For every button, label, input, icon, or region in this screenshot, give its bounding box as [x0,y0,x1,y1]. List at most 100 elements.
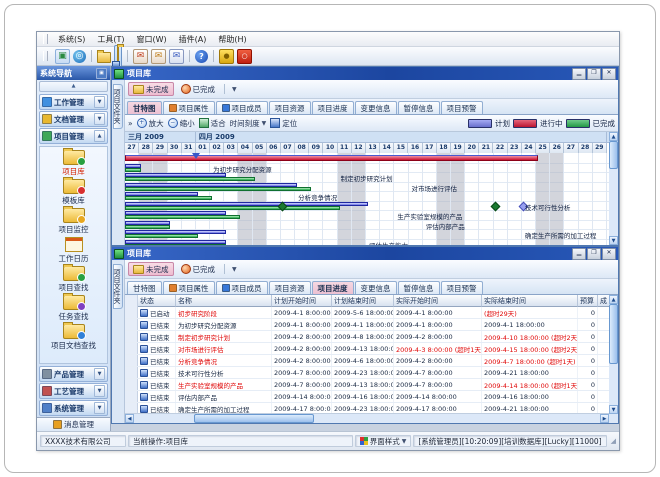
filter-已完成[interactable]: 已完成 [176,82,221,96]
tab-甘特图[interactable]: 甘特图 [127,281,162,294]
tab-项目属性[interactable]: 项目属性 [163,281,215,294]
fit-button[interactable]: 适合 [199,118,226,129]
table-row[interactable]: 已结束制定初步研究计划2009-4-2 8:00:002009-4-8 18:0… [125,331,609,343]
summary-bar-inprogress[interactable] [125,155,538,161]
column-header[interactable]: 状态 [138,295,176,307]
folder-window-icon[interactable] [114,45,122,68]
filter-未完成[interactable]: 未完成 [128,82,174,96]
column-header[interactable]: 成 [598,295,609,307]
menu-item[interactable]: 插件(A) [173,34,213,45]
globe-icon[interactable]: ◎ [73,50,86,63]
tab-项目预警[interactable]: 项目预警 [441,101,483,114]
actual-bar[interactable] [125,215,240,219]
tab-变更信息[interactable]: 变更信息 [355,101,397,114]
actual-bar[interactable] [125,234,198,238]
scroll-left-icon[interactable]: ◀ [125,414,134,423]
computer-icon[interactable]: ▣ [55,49,70,64]
sidebar-group[interactable]: 文档管理▼ [39,111,108,127]
minimize-button[interactable]: ▁ [572,68,586,80]
chevron-down-icon[interactable]: ▼ [94,113,105,125]
mail-import-icon[interactable]: ✉ [151,49,166,64]
actual-bar[interactable] [125,196,212,200]
table-row[interactable]: 已结束技术可行性分析2009-4-7 8:00:002009-4-23 18:0… [125,367,609,379]
sidebar-tab-messages[interactable]: 消息管理 [37,417,110,431]
pin-icon[interactable]: ▣ [96,68,107,79]
tab-项目成员[interactable]: 项目成员 [216,281,268,294]
menu-item[interactable]: 帮助(H) [212,34,252,45]
tab-变更信息[interactable]: 变更信息 [355,281,397,294]
locate-button[interactable]: 定位 [270,118,297,129]
row-selector[interactable] [125,319,138,330]
column-header[interactable]: 实际开始时间 [394,295,482,307]
table-row[interactable]: 已结束为初步研究分配资源2009-4-1 8:00:002009-4-1 18:… [125,319,609,331]
actual-bar[interactable] [125,187,311,191]
tab-项目资源[interactable]: 项目资源 [269,281,311,294]
zoom-in-button[interactable]: +放大 [137,118,164,129]
scroll-down-icon[interactable]: ▼ [609,236,618,245]
chevron-up-icon[interactable]: ▲ [94,130,105,142]
chevron-down-icon[interactable]: ▼ [94,368,105,380]
tab-项目成员[interactable]: 项目成员 [216,101,268,114]
row-selector[interactable] [125,307,138,318]
actual-bar[interactable] [125,244,226,246]
project-folder-tab[interactable]: 项目文件夹 [113,264,123,309]
chevron-down-icon[interactable]: ▼ [94,96,105,108]
actual-bar[interactable] [125,225,170,229]
table-row[interactable]: 已结束对市场进行评估2009-4-2 8:00:002009-4-13 18:0… [125,343,609,355]
table-horizontal-scrollbar[interactable]: ◀ ▶ [125,413,609,423]
sidebar-item-项目监控[interactable]: 项目监控 [40,208,107,235]
table-vertical-scrollbar[interactable]: ▲ ▼ [609,295,618,414]
exit-icon[interactable]: ○ [237,49,252,64]
actual-bar[interactable] [125,177,255,181]
sidebar-group[interactable]: 产品管理▼ [39,366,108,382]
project-folder-tab[interactable]: 项目文件夹 [113,84,123,129]
menu-item[interactable]: 系统(S) [52,34,91,45]
tab-甘特图[interactable]: 甘特图 [127,101,162,114]
tab-暂停信息[interactable]: 暂停信息 [398,281,440,294]
column-header[interactable]: 预算 [578,295,598,307]
column-header[interactable]: 实际结束时间 [482,295,578,307]
sidebar-group[interactable]: 项目管理▲ [39,128,108,144]
help-icon[interactable]: ? [195,50,208,63]
gantt-window-titlebar[interactable]: 项目库 ▁ ❐ ✕ [112,67,618,80]
row-selector[interactable] [125,331,138,342]
scroll-down-icon[interactable]: ▼ [609,405,618,414]
column-header[interactable]: 计划开始时间 [272,295,332,307]
expand-button[interactable]: » [128,119,133,128]
table-window-titlebar[interactable]: 项目库 ▁ ❐ ✕ [112,247,618,260]
menu-item[interactable]: 窗口(W) [130,34,172,45]
interface-style-button[interactable]: 界面样式 ▼ [355,435,412,447]
table-row[interactable]: 已结束生产实验室规模的产品2009-4-7 8:00:002009-4-13 1… [125,379,609,391]
timescale-button[interactable]: 时间刻度▼ [230,118,267,129]
row-selector[interactable] [125,367,138,378]
column-header[interactable]: 计划结束时间 [332,295,394,307]
sidebar-group[interactable]: 工艺管理▼ [39,383,108,399]
chevron-down-icon[interactable]: ▼ [94,402,105,414]
actual-bar[interactable] [125,168,141,172]
scroll-right-icon[interactable]: ▶ [600,414,609,423]
filter-已完成[interactable]: 已完成 [176,262,221,276]
chevron-down-icon[interactable]: ▼ [94,385,105,397]
filter-more-button[interactable]: ▼ [229,86,240,93]
sidebar-group[interactable]: 系统管理▼ [39,400,108,416]
table-row[interactable]: 已结束评估内部产品2009-4-14 8:00:002009-4-16 18:0… [125,391,609,403]
tab-项目进度[interactable]: 项目进度 [312,281,354,294]
scrollbar-thumb[interactable] [194,414,314,423]
scrollbar-thumb[interactable] [609,304,618,364]
folder-icon[interactable] [97,52,111,63]
filter-more-button[interactable]: ▼ [229,266,240,273]
restore-button[interactable]: ❐ [587,68,601,80]
tab-项目预警[interactable]: 项目预警 [441,281,483,294]
row-selector[interactable] [125,343,138,354]
sidebar-collapse-button[interactable]: ▲ [39,81,108,92]
row-selector[interactable] [125,355,138,366]
sidebar-group[interactable]: 工作管理▼ [39,94,108,110]
zoom-out-button[interactable]: −缩小 [168,118,195,129]
minimize-button[interactable]: ▁ [572,248,586,260]
tab-项目资源[interactable]: 项目资源 [269,101,311,114]
lock-icon[interactable]: ● [219,49,234,64]
gantt-vertical-scrollbar[interactable]: ▲ ▼ [609,132,618,245]
actual-bar[interactable] [125,206,340,210]
table-row[interactable]: 已启动初步研究阶段2009-4-1 8:00:002009-5-6 18:00:… [125,307,609,319]
tab-项目属性[interactable]: 项目属性 [163,101,215,114]
